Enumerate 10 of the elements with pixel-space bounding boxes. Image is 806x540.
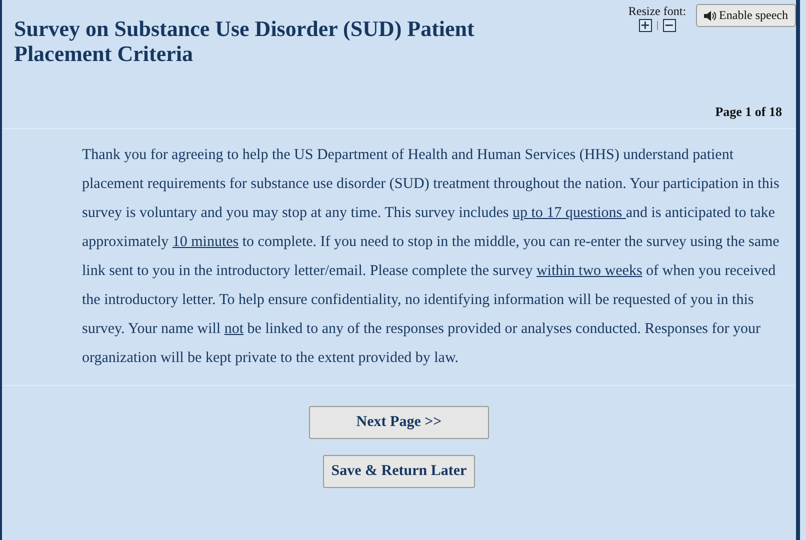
next-page-button[interactable]: Next Page >> xyxy=(309,406,489,439)
intro-paragraph: Thank you for agreeing to help the US Department of Health and Human Services (HHS) understand patient placement requirements for substance use disorder (SUD) treatment throughout the nation. Your participation in this survey is voluntary and you may stop at any time. This survey includes up to 17 questions and is anticipated to take approximately 10 minutes to complete. If you need to stop in the middle, you can re-enter the survey using the same link sent to you in the introductory letter/email. Please complete the survey within two weeks of when you received the introductory letter. To help ensure confidentiality, no identifying information will be requested of you in this survey. Your name will not be linked to any of the responses provided or analyses conducted. Responses for your organization will be kept private to the extent provided by law. xyxy=(82,146,780,368)
resize-font-label: Resize font: xyxy=(628,4,686,19)
survey-title: Survey on Substance Use Disorder (SUD) Patient Placement Criteria xyxy=(14,16,476,68)
page-indicator: Page 1 of 18 xyxy=(715,104,782,120)
enable-speech-button[interactable]: Enable speech xyxy=(696,4,796,27)
save-return-button[interactable]: Save & Return Later xyxy=(323,455,475,488)
increase-font-button[interactable]: + xyxy=(638,19,652,32)
speaker-icon xyxy=(704,10,716,20)
decrease-font-button[interactable]: − xyxy=(662,19,676,32)
